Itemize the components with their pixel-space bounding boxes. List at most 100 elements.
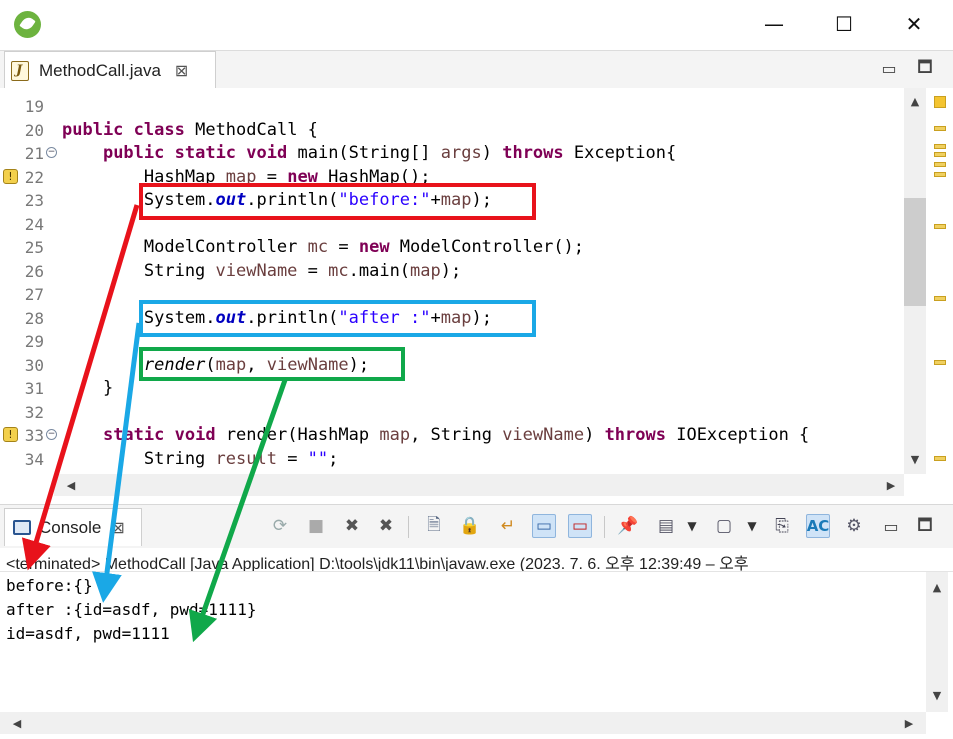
editor-tab-label: MethodCall.java [39,60,161,80]
line-number: 20 [24,120,44,140]
chevron-down-icon[interactable]: ▼ [680,514,704,538]
console-tab-label: Console [39,517,102,537]
scroll-down-icon[interactable]: ▼ [904,448,926,470]
code-text: } [62,378,114,398]
spring-logo-icon [14,11,41,38]
relaunch-icon[interactable]: ⟳ [268,514,292,538]
scroll-right-icon[interactable]: ▶ [880,474,902,496]
line-number: 19 [24,97,44,116]
console-horizontal-scrollbar[interactable]: ◀ ▶ [0,712,926,734]
line-number: 34 [24,449,44,469]
annotation-box-after [139,300,536,337]
code-line: 31 } [0,376,900,400]
console-output[interactable]: before:{} after :{id=asdf, pwd=1111} id=… [0,572,926,712]
code-line: ! 33− static void render(HashMap map, Str… [0,423,900,447]
scroll-up-icon[interactable]: ▲ [926,576,948,598]
code-text: ModelController mc = new ModelController… [62,237,585,257]
annotation-box-render [139,347,405,381]
overview-marker[interactable] [934,126,946,131]
line-number: 30 [24,355,44,375]
line-number: 23 [24,191,44,210]
scroll-up-icon[interactable]: ▲ [904,90,926,112]
maximize-view-icon[interactable]: 🗖 [914,515,936,538]
code-line: 20 public class MethodCall { [0,118,900,142]
code-line: 25 ModelController mc = new ModelControl… [0,235,900,259]
collapse-icon[interactable]: − [46,147,57,158]
overview-marker[interactable] [934,144,946,149]
console-tab[interactable]: Console ⊠ [4,508,142,546]
display-console-icon[interactable]: ▤ [654,514,678,538]
overview-marker[interactable] [934,456,946,461]
java-file-icon: J [11,60,29,81]
clear-console-icon[interactable]: 🗎 [422,514,446,538]
editor-scroll-thumb[interactable] [904,198,926,306]
text-style-icon[interactable]: AC [806,514,830,538]
line-number: 29 [24,332,44,351]
terminate-icon[interactable]: ■ [304,514,328,538]
copy-icon[interactable]: ⎘ [770,514,794,538]
toolbar-separator [408,516,409,538]
word-wrap-icon[interactable]: ↵ [496,514,520,538]
pin-console-icon[interactable]: 📌 [616,514,640,538]
show-on-stderr-icon[interactable]: ▭ [568,514,592,538]
scroll-lock-icon[interactable]: 🔒 [458,514,482,538]
scroll-down-icon[interactable]: ▼ [926,684,948,706]
overview-ruler[interactable] [928,88,950,474]
open-console-icon[interactable]: ▢ [712,514,736,538]
scroll-left-icon[interactable]: ◀ [6,712,28,734]
line-number: 21 [24,144,44,163]
scroll-right-icon[interactable]: ▶ [898,712,920,734]
code-line: 19 [0,94,900,118]
line-number: 25 [24,238,44,257]
line-number: 32 [24,402,44,422]
editor-tab-methodcall[interactable]: J MethodCall.java ⊠ [4,51,216,89]
line-number: 33 [24,426,44,445]
code-text: public static void main(String[] args) t… [102,143,677,163]
remove-all-terminated-icon[interactable]: ✖ [374,514,398,538]
code-line: 21− public static void main(String[] arg… [0,141,900,165]
code-text: static void render(HashMap map, String v… [102,425,810,445]
console-line: after :{id=asdf, pwd=1111} [6,600,257,619]
settings-icon[interactable]: ⚙ [842,514,866,538]
code-text: String viewName = mc.main(map); [62,260,462,281]
code-line: 30 render(map, viewName); [0,353,900,377]
collapse-icon[interactable]: − [46,429,57,440]
close-button[interactable]: ✕ [886,0,942,48]
overview-marker[interactable] [934,360,946,365]
code-line: 26 String viewName = mc.main(map); [0,259,900,283]
code-text: public class MethodCall { [62,119,318,140]
line-number: 26 [24,261,44,281]
overview-marker[interactable] [934,172,946,177]
overview-marker[interactable] [934,96,946,108]
minimize-view-icon[interactable]: ▭ [878,57,900,79]
close-tab-icon[interactable]: ⊠ [175,61,188,80]
line-number: 22 [24,167,44,187]
overview-marker[interactable] [934,152,946,157]
console-status-line: <terminated> MethodCall [Java Applicatio… [0,548,953,572]
line-number: 24 [24,214,44,234]
show-on-stdout-icon[interactable]: ▭ [532,514,556,538]
window-titlebar [0,0,953,48]
annotation-box-before [139,183,536,220]
remove-launch-icon[interactable]: ✖ [340,514,364,538]
overview-marker[interactable] [934,296,946,301]
maximize-view-icon[interactable]: 🗖 [914,57,936,80]
chevron-down-icon[interactable]: ▼ [740,514,764,538]
toolbar-separator [604,516,605,538]
code-text: String result = ""; [62,448,339,469]
minimize-view-icon[interactable]: ▭ [880,515,902,537]
minimize-button[interactable]: — [746,0,802,48]
line-number: 28 [24,308,44,328]
maximize-button[interactable]: ☐ [816,0,872,48]
console-line: id=asdf, pwd=1111 [6,624,170,643]
console-vertical-scrollbar[interactable]: ▲ ▼ [926,572,948,712]
console-line: before:{} [6,576,93,595]
overview-marker[interactable] [934,162,946,167]
code-line: 32 [0,400,900,424]
scroll-left-icon[interactable]: ◀ [60,474,82,496]
editor-horizontal-scrollbar[interactable]: ◀ ▶ [54,474,904,496]
overview-marker[interactable] [934,224,946,229]
close-tab-icon[interactable]: ⊠ [111,518,124,537]
line-number: 27 [24,285,44,304]
line-number: 31 [24,379,44,398]
